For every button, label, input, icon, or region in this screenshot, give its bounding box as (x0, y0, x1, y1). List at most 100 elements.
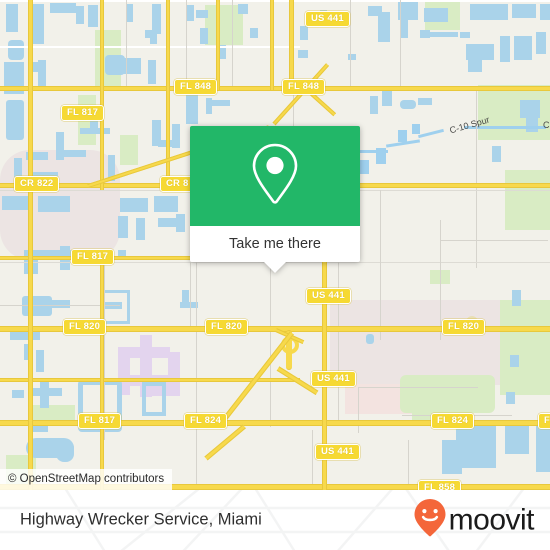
water-body (38, 196, 70, 212)
minor-road (270, 262, 271, 427)
minor-road (476, 88, 477, 268)
water-body (500, 36, 510, 62)
water-body (2, 196, 28, 210)
water-body (456, 424, 496, 468)
water-body (460, 32, 470, 38)
landuse-park (500, 300, 550, 395)
water-body (366, 334, 374, 344)
water-body (154, 196, 178, 212)
water-body (6, 4, 18, 32)
landuse-residential (330, 300, 505, 385)
water-body (468, 50, 482, 72)
road-shield: FL 820 (63, 319, 107, 335)
minor-road (186, 0, 187, 90)
water-body (186, 5, 194, 21)
major-road-vertical (100, 0, 104, 190)
water-body (300, 26, 308, 40)
moovit-pin-icon (413, 498, 447, 543)
water-body (298, 50, 308, 58)
water-body (142, 382, 166, 416)
take-me-there-label: Take me there (229, 236, 321, 252)
major-road-vertical (216, 0, 220, 90)
map-attribution[interactable]: © OpenStreetMap contributors (0, 469, 173, 490)
screenshot-root: US 441 FL 848 FL 848 FL 817 CR 822 CR 8 FL 817… (0, 0, 550, 550)
road-shield: US 441 (315, 444, 360, 460)
water-body (470, 4, 508, 20)
road-shield: FL 824 (431, 413, 475, 429)
minor-road (408, 440, 409, 490)
water-body (398, 2, 418, 20)
water-body (50, 3, 76, 13)
waterway-label: C (543, 120, 550, 130)
water-body (540, 4, 550, 20)
water-body (510, 355, 519, 367)
waterway-line (412, 124, 420, 134)
water-body (8, 40, 24, 60)
water-body (80, 128, 110, 134)
water-body (442, 440, 462, 474)
minor-road (190, 262, 191, 332)
water-body (6, 100, 24, 140)
road-shield: FL (538, 413, 550, 429)
major-road-fl817 (28, 0, 33, 490)
water-body (370, 96, 378, 114)
landuse-park (120, 135, 138, 165)
minor-road (0, 0, 550, 2)
water-body (424, 8, 448, 22)
road-shield: FL 820 (442, 319, 486, 335)
minor-road (312, 430, 313, 490)
minor-road (400, 0, 401, 88)
water-body (212, 100, 230, 106)
minor-road (196, 262, 197, 490)
water-body (520, 100, 540, 118)
water-body (56, 440, 74, 462)
water-body (136, 218, 145, 240)
minor-road (350, 0, 351, 90)
water-body (40, 378, 49, 408)
minor-road (440, 240, 548, 241)
minor-road (358, 387, 478, 388)
waterway-line (398, 130, 407, 142)
water-body (400, 100, 416, 109)
minor-road (338, 262, 339, 422)
callout-footer[interactable]: Take me there (190, 226, 360, 273)
water-body (382, 90, 392, 106)
moovit-logo[interactable]: moovit (413, 498, 535, 543)
water-body (536, 424, 550, 472)
map-pin-icon (247, 139, 303, 214)
landuse-park (412, 388, 432, 423)
water-body (505, 424, 529, 454)
road-shield: US 441 (305, 11, 350, 27)
road-shield: US 441 (306, 288, 351, 304)
waterway-line (418, 128, 444, 139)
water-body (10, 332, 40, 340)
water-body (118, 216, 128, 238)
minor-road (126, 0, 127, 90)
water-body (238, 4, 248, 14)
water-body (512, 4, 536, 18)
water-body (514, 36, 532, 60)
water-body (250, 28, 258, 38)
water-body (88, 5, 98, 27)
minor-road (440, 220, 441, 340)
water-body (120, 198, 148, 212)
road-shield: FL 858 (418, 480, 462, 490)
map-canvas[interactable]: US 441 FL 848 FL 848 FL 817 CR 822 CR 8 FL 817… (0, 0, 550, 490)
major-road-us441 (289, 0, 294, 90)
major-road-vertical (100, 262, 104, 490)
waterway-line (360, 160, 369, 174)
water-body (430, 32, 458, 37)
water-body (176, 214, 185, 232)
minor-road (0, 46, 300, 48)
building-block (168, 352, 180, 396)
water-body (76, 6, 84, 24)
water-body (196, 10, 208, 18)
moovit-wordmark: moovit (448, 503, 535, 536)
road-shield: FL 848 (282, 79, 326, 95)
major-road-fl848 (0, 86, 550, 91)
road-shield: CR 822 (14, 176, 60, 192)
footer-bar: Highway Wrecker Service, Miami moovit (0, 490, 550, 550)
minor-road (358, 387, 359, 433)
location-callout[interactable]: Take me there (190, 126, 360, 273)
road-shield: FL 824 (184, 413, 228, 429)
